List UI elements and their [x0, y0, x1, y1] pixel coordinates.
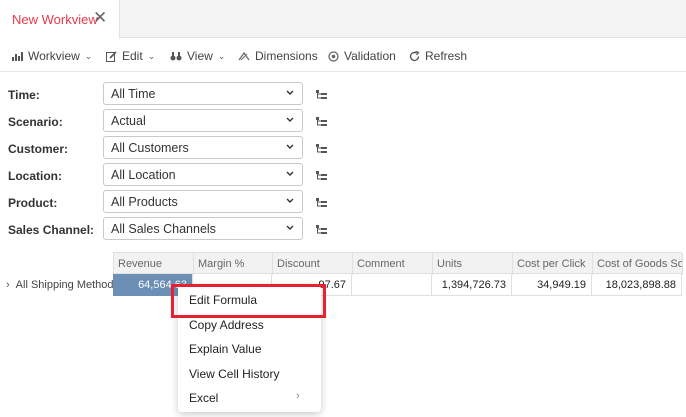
- view-menu-button[interactable]: View ⌄: [170, 48, 225, 64]
- filter-label-product: Product:: [8, 196, 58, 210]
- validation-label: Validation: [344, 49, 396, 63]
- location-select[interactable]: All Location: [103, 163, 303, 186]
- binoculars-icon: [170, 52, 182, 61]
- hierarchy-icon[interactable]: [316, 171, 327, 181]
- chart-icon: [12, 52, 23, 61]
- cell-units[interactable]: 1,394,726.73: [432, 274, 512, 296]
- cell-comment[interactable]: [352, 274, 432, 296]
- filter-label-time: Time:: [8, 88, 40, 102]
- tab-new-workview[interactable]: New Workview ✕: [0, 0, 120, 39]
- row-header[interactable]: › All Shipping Methods: [0, 274, 119, 296]
- column-header-revenue[interactable]: Revenue: [114, 253, 194, 275]
- chevron-down-icon: [286, 171, 294, 176]
- tab-title: New Workview: [12, 12, 98, 27]
- column-header-cost-of-goods-sold[interactable]: Cost of Goods Sold: [593, 253, 683, 275]
- validation-icon: [328, 50, 339, 62]
- refresh-button[interactable]: Refresh: [409, 48, 467, 64]
- column-header-comment[interactable]: Comment: [353, 253, 433, 275]
- chevron-down-icon: [286, 225, 294, 230]
- edit-icon: [106, 50, 117, 62]
- dimensions-label: Dimensions: [255, 49, 318, 63]
- time-select[interactable]: All Time: [103, 82, 303, 105]
- filter-label-customer: Customer:: [8, 142, 69, 156]
- menu-item-explain-value[interactable]: Explain Value: [189, 342, 262, 356]
- menu-item-excel[interactable]: Excel: [189, 391, 218, 405]
- validation-button[interactable]: Validation: [328, 48, 396, 64]
- sales-channel-select-value: All Sales Channels: [111, 222, 216, 236]
- chevron-down-icon: ⌄: [217, 50, 226, 61]
- row-header-label: All Shipping Methods: [15, 279, 120, 291]
- chevron-down-icon: [286, 90, 294, 95]
- customer-select-value: All Customers: [111, 141, 189, 155]
- hierarchy-icon[interactable]: [316, 198, 327, 208]
- highlight-box: [171, 284, 326, 318]
- view-label: View: [187, 49, 213, 63]
- chevron-down-icon: [286, 144, 294, 149]
- chevron-down-icon: [286, 198, 294, 203]
- dimensions-icon: [238, 51, 250, 61]
- chevron-down-icon: [286, 117, 294, 122]
- chevron-down-icon: ⌄: [84, 50, 93, 61]
- toolbar: Workview ⌄ Edit ⌄ View ⌄ Dimensions Vali…: [0, 39, 686, 72]
- hierarchy-icon[interactable]: [316, 144, 327, 154]
- column-header-units[interactable]: Units: [433, 253, 513, 275]
- edit-menu-button[interactable]: Edit ⌄: [106, 48, 155, 64]
- sales-channel-select[interactable]: All Sales Channels: [103, 217, 303, 240]
- refresh-icon: [409, 50, 420, 61]
- product-select-value: All Products: [111, 195, 178, 209]
- cell-cost-of-goods-sold[interactable]: 18,023,898.88: [592, 274, 682, 296]
- column-header-margin[interactable]: Margin %: [194, 253, 273, 275]
- location-select-value: All Location: [111, 168, 176, 182]
- workview-menu-button[interactable]: Workview ⌄: [12, 48, 92, 64]
- filter-label-sales-channel: Sales Channel:: [8, 223, 95, 237]
- menu-item-copy-address[interactable]: Copy Address: [189, 318, 264, 332]
- time-select-value: All Time: [111, 87, 156, 101]
- close-icon[interactable]: ✕: [93, 9, 107, 26]
- tab-bar: New Workview ✕: [0, 0, 686, 39]
- hierarchy-icon[interactable]: [316, 90, 327, 100]
- hierarchy-icon[interactable]: [316, 117, 327, 127]
- edit-label: Edit: [122, 49, 143, 63]
- filter-label-location: Location:: [8, 169, 62, 183]
- cell-cost-per-click[interactable]: 34,949.19: [512, 274, 592, 296]
- scenario-select-value: Actual: [111, 114, 146, 128]
- refresh-label: Refresh: [425, 49, 468, 63]
- customer-select[interactable]: All Customers: [103, 136, 303, 159]
- dimensions-button[interactable]: Dimensions: [238, 48, 318, 64]
- workview-label: Workview: [28, 49, 80, 63]
- hierarchy-icon[interactable]: [316, 225, 327, 235]
- column-header-cost-per-click[interactable]: Cost per Click: [513, 253, 593, 275]
- scenario-select[interactable]: Actual: [103, 109, 303, 132]
- product-select[interactable]: All Products: [103, 190, 303, 213]
- grid-column-header: Revenue Margin % Discount Comment Units …: [113, 252, 683, 275]
- filter-label-scenario: Scenario:: [8, 115, 63, 129]
- chevron-right-icon: ›: [296, 390, 300, 402]
- chevron-right-icon[interactable]: ›: [6, 279, 10, 291]
- column-header-discount[interactable]: Discount: [273, 253, 353, 275]
- chevron-down-icon: ⌄: [147, 50, 156, 61]
- menu-item-view-cell-history[interactable]: View Cell History: [189, 367, 279, 381]
